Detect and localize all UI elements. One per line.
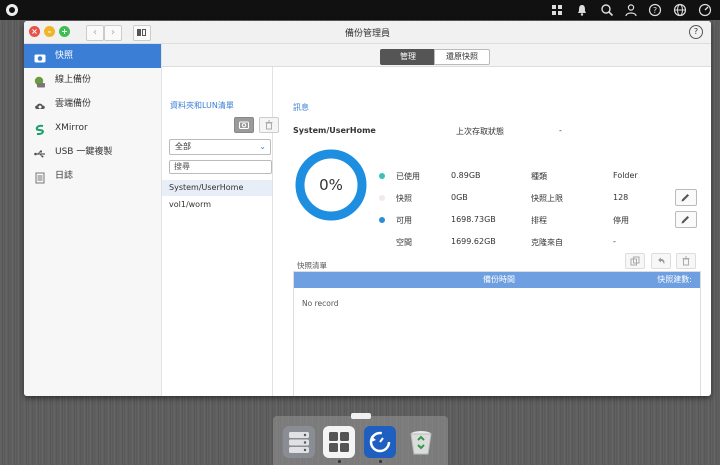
stat-label: 已使用 [396,172,420,181]
system-logo-icon[interactable] [6,4,18,16]
snapshot-list-title: 快照清單 [297,261,327,270]
prop-label: 克隆來自 [531,238,563,247]
prop-label: 種類 [531,172,547,181]
apps-grid-icon[interactable] [550,3,564,17]
last-access-label: 上次存取狀態 [456,127,504,136]
snapshot-table-header: 備份時間 快照建數: [294,272,700,288]
stat-label: 可用 [396,216,412,225]
folder-row[interactable]: vol1/worm [162,197,272,213]
sidebar-item-label: USB 一鍵複製 [55,147,113,157]
folder-search-input[interactable] [169,160,272,174]
app-running-indicator [338,460,341,463]
trash-icon [682,256,690,266]
take-snapshot-button[interactable] [234,117,254,133]
info-panel: 訊息 System/UserHome 上次存取狀態 - 0% 已使用 0.89G… [273,67,711,396]
folder-filter-select[interactable]: 全部 ⌄ [169,139,271,155]
edit-snapshot-limit-button[interactable] [675,189,697,206]
usage-percent-text: 0% [319,176,343,194]
tab-bar: 管理 還原快照 [162,44,711,67]
stat-value: 0GB [451,193,468,202]
prop-value: 128 [613,193,629,202]
prop-value: Folder [613,171,638,180]
col-snapshot-count: 快照建數: [657,275,692,284]
user-icon[interactable] [624,3,638,17]
camera-icon [34,50,46,63]
sidebar-item-label: 快照 [55,51,74,61]
last-access-value: - [559,126,562,135]
sidebar-item-usb-copy[interactable]: USB 一鍵複製 [24,140,161,164]
folder-list-title: 資料夾和LUN清單 [170,101,234,110]
sidebar-item-online-backup[interactable]: 線上備份 [24,68,161,92]
online-backup-icon [34,74,46,88]
sidebar-item-label: 線上備份 [55,75,92,85]
delete-snapshot-button[interactable] [676,253,696,269]
stat-value: 1698.73GB [451,215,496,224]
snapshot-legend-dot [379,195,385,201]
app-running-indicator [379,460,382,463]
cloud-backup-icon [34,98,46,110]
sidebar-item-label: XMirror [55,123,88,133]
prop-value: 停用 [613,216,629,225]
xmirror-icon [34,122,46,136]
prop-label: 快照上限 [531,194,563,203]
svg-text:?: ? [653,6,657,15]
stat-value: 1699.62GB [451,237,496,246]
storage-manager-app-icon[interactable] [283,426,315,458]
search-icon[interactable] [600,3,614,17]
empty-table-message: No record [302,299,339,308]
copy-icon [630,256,640,266]
sidebar-item-label: 日誌 [55,171,74,181]
window-titlebar: × – + ‹ › 備份管理員 ? [24,21,711,44]
clone-snapshot-button[interactable] [625,253,645,269]
revert-snapshot-button[interactable] [651,253,671,269]
sidebar-item-xmirror[interactable]: XMirror [24,116,161,140]
prop-label: 排程 [531,216,547,225]
edit-schedule-button[interactable] [675,211,697,228]
window-title: 備份管理員 [344,29,390,39]
pencil-icon [681,194,689,202]
stat-label: 空間 [396,238,412,247]
folder-filter-value: 全部 [175,142,191,151]
sidebar-item-label: 雲端備份 [55,99,92,109]
dashboard-gauge-icon[interactable] [698,3,712,17]
stat-value: 0.89GB [451,171,481,180]
prop-value: - [613,237,616,246]
pencil-icon [681,216,689,224]
dock-handle[interactable] [351,413,371,419]
tab-restore-snapshot[interactable]: 還原快照 [434,49,490,65]
recycle-bin-icon[interactable] [405,426,437,458]
usage-donut-chart: 0% [295,149,367,221]
sidebar-item-cloud-backup[interactable]: 雲端備份 [24,92,161,116]
snapshot-table: 備份時間 快照建數: No record [293,271,701,396]
app-center-icon[interactable] [323,426,355,458]
stat-label: 快照 [396,194,412,203]
bell-icon[interactable] [575,3,589,17]
globe-icon[interactable] [673,3,687,17]
undo-icon [658,257,665,265]
usb-icon [34,146,46,158]
col-backup-time[interactable]: 備份時間 [483,272,515,288]
free-legend-dot [379,217,385,223]
sidebar-item-snapshot[interactable]: 快照 [24,44,161,68]
window-help-button[interactable]: ? [689,25,703,39]
folder-list-panel: 資料夾和LUN清單 全部 ⌄ System/UserHome vol1/worm [162,67,279,396]
help-circle-icon[interactable]: ? [648,3,662,17]
backup-manager-app-icon[interactable] [364,426,396,458]
backup-manager-window: × – + ‹ › 備份管理員 ? 快照 線上備份 雲端備份 XMirror U… [24,21,711,396]
selected-path: System/UserHome [293,126,376,135]
camera-icon [239,121,249,129]
main-content: 管理 還原快照 資料夾和LUN清單 全部 ⌄ System/UserHome v… [162,44,711,396]
system-top-bar: ? [0,0,720,20]
used-legend-dot [379,173,385,179]
chevron-down-icon: ⌄ [259,142,266,151]
tab-manage[interactable]: 管理 [380,49,436,65]
sidebar-item-log[interactable]: 日誌 [24,164,161,188]
sidebar: 快照 線上備份 雲端備份 XMirror USB 一鍵複製 日誌 [24,44,162,396]
info-section-title: 訊息 [293,103,309,112]
folder-row[interactable]: System/UserHome [162,180,272,196]
log-icon [34,170,46,184]
